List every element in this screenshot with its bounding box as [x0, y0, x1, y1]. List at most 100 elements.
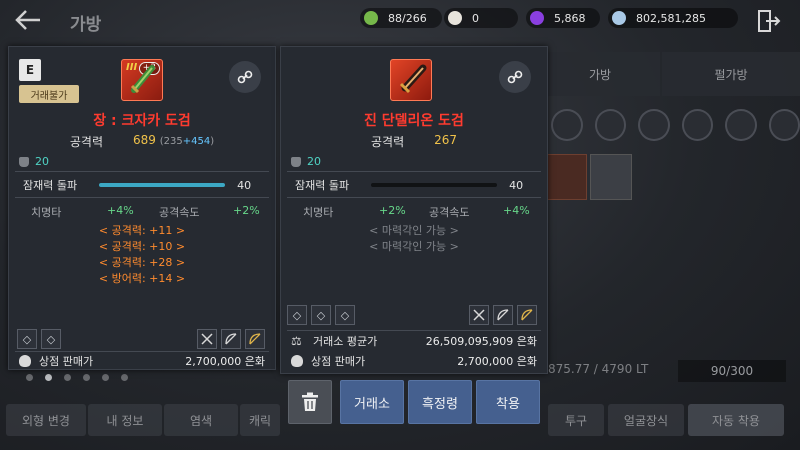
skill-icons — [197, 329, 265, 349]
crystal-slots: ◇ ◇ — [17, 329, 61, 349]
delete-button[interactable] — [288, 380, 332, 424]
market-average-value: 26,509,095,909 은화 — [425, 335, 537, 348]
helmet-toggle[interactable]: 투구 — [548, 404, 604, 436]
link-icon[interactable] — [499, 61, 531, 93]
my-info-button[interactable]: 내 정보 — [88, 404, 162, 436]
bonus-line: < 공격력: +28 > — [98, 256, 186, 269]
equipped-item-panel: E 거래불가 III +3 장 : 크자카 도검 공격력 689 (235+45… — [8, 46, 276, 370]
diamond-slot-icon[interactable]: ◇ — [17, 329, 37, 349]
bonus-list: < 공격력: +11 > < 공격력: +10 > < 공격력: +28 > <… — [9, 223, 275, 287]
page-dot[interactable] — [64, 374, 71, 381]
equip-slot[interactable] — [681, 109, 713, 141]
awakening-bar — [99, 183, 226, 187]
awakening-label: 잠재력 돌파 — [295, 179, 350, 192]
pearl-counter: 0 — [444, 8, 518, 28]
awakening-value: 40 — [237, 178, 252, 192]
divider — [287, 330, 541, 331]
weight-readout: 875.77 / 4790 LT — [548, 362, 649, 376]
page-dot[interactable] — [26, 374, 33, 381]
link-icon[interactable] — [229, 61, 261, 93]
awakening-bar-row: 잠재력 돌파 40 — [295, 177, 535, 193]
bow-icon[interactable] — [493, 305, 513, 325]
purple-orb-icon — [530, 11, 544, 25]
attack-breakdown: (235+454) — [159, 136, 215, 147]
back-arrow-icon[interactable] — [14, 8, 44, 34]
bow-icon[interactable] — [221, 329, 241, 349]
diamond-slot-icon[interactable]: ◇ — [41, 329, 61, 349]
equip-button[interactable]: 착용 — [476, 380, 540, 424]
shop-price-row: 상점 판매가 2,700,000 은화 — [291, 353, 537, 369]
auto-equip-button[interactable]: 자동 착용 — [688, 404, 784, 436]
page-indicator — [26, 374, 128, 381]
item-weight: 20 — [19, 155, 49, 168]
bow-gold-icon[interactable] — [245, 329, 265, 349]
attack-speed-label: 공격속도 — [159, 206, 200, 219]
attack-label: 공격력 — [69, 135, 103, 149]
crit-label: 치명타 — [303, 206, 334, 219]
weight-icon — [19, 156, 29, 167]
equip-slot[interactable] — [594, 109, 626, 141]
crystal-slots: ◇ ◇ ◇ — [287, 305, 355, 325]
money-bag-icon — [291, 355, 303, 367]
equip-slot[interactable] — [638, 109, 670, 141]
bonus-line: < 방어력: +14 > — [98, 272, 186, 285]
attack-speed-label: 공격속도 — [429, 206, 470, 219]
attack-speed-value: +2% — [233, 204, 260, 217]
page-dot[interactable] — [121, 374, 128, 381]
shop-price-value: 2,700,000 은화 — [185, 355, 265, 368]
attack-row: 공격력 267 — [281, 133, 547, 150]
awakening-bar — [371, 183, 498, 187]
shop-price-row: 상점 판매가 2,700,000 은화 — [19, 353, 265, 369]
equip-slot[interactable] — [768, 109, 800, 141]
appearance-button[interactable]: 외형 변경 — [6, 404, 86, 436]
attack-label: 공격력 — [370, 135, 405, 149]
crossed-swords-icon[interactable] — [197, 329, 217, 349]
crossed-swords-icon[interactable] — [469, 305, 489, 325]
inventory-item[interactable] — [590, 154, 632, 200]
selected-item-panel: 진 단델리온 도검 공격력 267 20 잠재력 돌파 40 치명타 +2% 공… — [280, 46, 548, 374]
divider — [287, 197, 541, 198]
tab-bag[interactable]: 가방 — [540, 52, 660, 96]
divider — [287, 171, 541, 172]
exit-icon[interactable] — [756, 8, 782, 34]
bonus-list: < 마력각인 가능 > < 마력각인 가능 > — [281, 223, 547, 255]
inventory-item[interactable] — [545, 154, 587, 200]
market-button[interactable]: 거래소 — [340, 380, 404, 424]
attack-speed-value: +4% — [503, 204, 530, 217]
tab-pearl-bag[interactable]: 펄가방 — [662, 52, 800, 96]
attack-value: 267 — [434, 133, 458, 147]
bonus-line: < 공격력: +10 > — [98, 240, 186, 253]
divider — [15, 351, 269, 352]
equip-slot[interactable] — [551, 109, 583, 141]
skill-icons — [469, 305, 537, 325]
money-bag-icon — [19, 355, 31, 367]
page-dot[interactable] — [45, 374, 52, 381]
item-name: 진 단델리온 도검 — [364, 113, 464, 129]
market-average-label: 거래소 평균가 — [313, 335, 378, 348]
diamond-slot-icon[interactable]: ◇ — [335, 305, 355, 325]
capacity-counter: 88/266 — [360, 8, 442, 28]
diamond-slot-icon[interactable]: ◇ — [287, 305, 307, 325]
divider — [15, 171, 269, 172]
diamond-slot-icon[interactable]: ◇ — [311, 305, 331, 325]
page-dot[interactable] — [83, 374, 90, 381]
character-button[interactable]: 캐릭 — [240, 404, 280, 436]
gem-counter: 5,868 — [526, 8, 600, 28]
shop-price-value: 2,700,000 은화 — [457, 355, 537, 368]
crit-label: 치명타 — [31, 206, 62, 219]
attack-row: 공격력 689 (235+454) — [9, 133, 275, 150]
black-spirit-button[interactable]: 흑정령 — [408, 380, 472, 424]
equipment-slot-row — [545, 104, 800, 146]
page-dot[interactable] — [102, 374, 109, 381]
bow-gold-icon[interactable] — [517, 305, 537, 325]
scale-icon: ⚖ — [291, 334, 302, 348]
silver-counter: 802,581,285 — [608, 8, 738, 28]
awakening-label: 잠재력 돌파 — [23, 179, 78, 192]
equip-slot[interactable] — [725, 109, 757, 141]
silver-coin-icon — [612, 11, 626, 25]
awakening-value: 40 — [509, 178, 524, 192]
untradeable-tag: 거래불가 — [19, 85, 79, 103]
face-accessory-toggle[interactable]: 얼굴장식 — [608, 404, 684, 436]
shop-price-label: 상점 판매가 — [311, 355, 366, 368]
dye-button[interactable]: 염색 — [164, 404, 238, 436]
